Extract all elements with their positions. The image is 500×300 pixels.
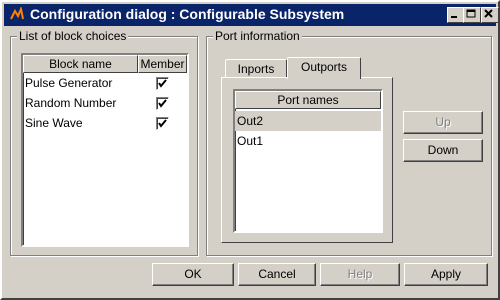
tab-outports[interactable]: Outports	[287, 57, 361, 79]
block-row[interactable]: Pulse Generator	[23, 73, 187, 93]
block-choices-legend: List of block choices	[17, 29, 129, 43]
member-checkbox[interactable]	[156, 117, 169, 130]
title-bar[interactable]: Configuration dialog : Configurable Subs…	[4, 4, 499, 26]
tab-inports[interactable]: Inports	[225, 59, 287, 77]
move-up-button[interactable]: Up	[403, 111, 483, 134]
member-checkbox[interactable]	[156, 77, 169, 90]
column-header-port-names[interactable]: Port names	[235, 91, 381, 109]
port-info-group: Port information Inports Outports Port n…	[206, 29, 492, 256]
member-checkbox[interactable]	[156, 97, 169, 110]
matlab-logo-icon	[10, 7, 24, 20]
port-name: Out1	[237, 134, 264, 148]
apply-button[interactable]: Apply	[404, 263, 488, 286]
block-name: Random Number	[25, 96, 117, 110]
block-row[interactable]: Sine Wave	[23, 113, 187, 133]
port-name: Out2	[237, 114, 264, 128]
column-header-member[interactable]: Member	[138, 55, 187, 73]
port-list-item[interactable]: Out2	[235, 111, 381, 131]
maximize-button[interactable]	[463, 7, 481, 23]
window-title: Configuration dialog : Configurable Subs…	[30, 6, 345, 22]
block-choices-list[interactable]: Block name Member Pulse Generator Random…	[21, 53, 189, 247]
block-name: Pulse Generator	[25, 76, 113, 90]
maximize-icon	[466, 9, 476, 18]
port-list-item[interactable]: Out1	[235, 131, 381, 151]
port-info-legend: Port information	[213, 29, 302, 43]
close-icon	[484, 9, 493, 18]
cancel-button[interactable]: Cancel	[238, 263, 316, 286]
help-button[interactable]: Help	[320, 263, 400, 286]
checkmark-icon	[158, 79, 167, 88]
column-header-block-name[interactable]: Block name	[23, 55, 138, 73]
checkmark-icon	[158, 99, 167, 108]
block-row[interactable]: Random Number	[23, 93, 187, 113]
checkmark-icon	[158, 119, 167, 128]
port-names-list[interactable]: Port names Out2 Out1	[233, 89, 383, 233]
block-choices-group: List of block choices Block name Member …	[10, 29, 198, 256]
ok-button[interactable]: OK	[152, 263, 234, 286]
move-down-button[interactable]: Down	[403, 139, 483, 162]
minimize-icon	[451, 16, 457, 18]
dialog-window: Configuration dialog : Configurable Subs…	[0, 0, 500, 300]
block-name: Sine Wave	[25, 116, 83, 130]
close-button[interactable]	[481, 7, 499, 23]
